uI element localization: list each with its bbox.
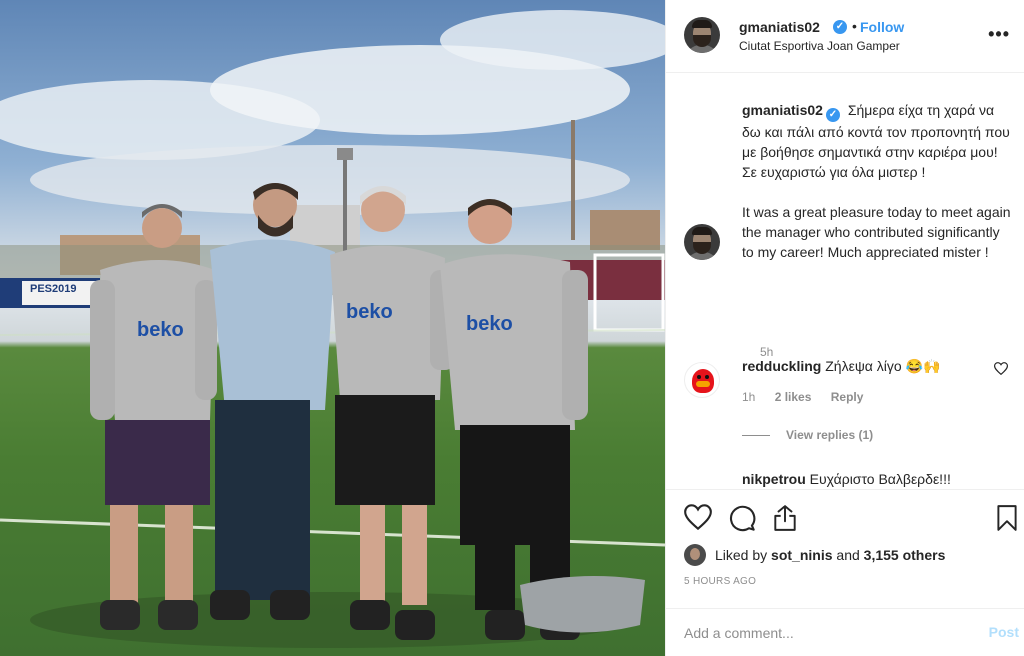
commenter-avatar[interactable]	[684, 362, 720, 398]
comment-likes[interactable]: 2 likes	[775, 390, 812, 404]
beko-logo-1: beko	[137, 319, 184, 341]
comment-time[interactable]: 1h	[742, 390, 755, 404]
comment-meta: 1h 2 likes Reply	[742, 390, 879, 404]
follow-button[interactable]: Follow	[860, 19, 904, 35]
banner-pes-text: PES2019	[30, 283, 76, 295]
liker-avatar[interactable]	[684, 544, 706, 566]
verified-badge-icon: ✓	[833, 20, 847, 34]
more-options-icon[interactable]: •••	[988, 24, 1010, 45]
post-header: gmaniatis02 ✓ • Follow Ciutat Esportiva …	[666, 0, 1024, 73]
caption-username[interactable]: gmaniatis02	[742, 102, 823, 118]
beko-logo-2: beko	[346, 301, 393, 323]
likes-middle: and	[832, 547, 864, 563]
person-4: beko	[440, 199, 588, 640]
share-icon[interactable]	[772, 504, 798, 535]
post-photo[interactable]: PES2019 beko beko beko	[0, 0, 665, 656]
comment-text: redduckling Ζήλεψα λίγο 😂🙌	[742, 356, 940, 376]
comment-input[interactable]	[684, 621, 964, 645]
photo-illustration: PES2019 beko beko beko	[0, 10, 665, 648]
post-comment-button[interactable]: Post	[989, 624, 1019, 640]
post-timestamp[interactable]: 5 HOURS AGO	[684, 576, 756, 587]
view-replies-button[interactable]: View replies (1)	[742, 428, 873, 442]
likes-text: Liked by sot_ninis and 3,155 others	[715, 547, 945, 563]
likes-count[interactable]: 3,155 others	[864, 547, 946, 563]
comments-list[interactable]: gmaniatis02 ✓ Σήμερα είχα τη χαρά να δω κ…	[666, 74, 1024, 488]
comment-username[interactable]: redduckling	[742, 358, 821, 374]
caption-text: gmaniatis02 ✓ Σήμερα είχα τη χαρά να δω κ…	[742, 100, 1012, 262]
person-1: beko	[90, 204, 217, 630]
comment-bubble-icon[interactable]	[728, 504, 756, 535]
header-separator: •	[852, 18, 857, 34]
jacket-on-ground	[520, 576, 645, 633]
comment-text-2: nikpetrou Ευχάριστο Βαλβερδε!!!	[742, 469, 951, 488]
comment-body: Ζήλεψα λίγο 😂🙌	[825, 358, 941, 374]
like-heart-icon[interactable]	[684, 504, 712, 533]
comment-username-2[interactable]: nikpetrou	[742, 471, 806, 487]
location-link[interactable]: Ciutat Esportiva Joan Gamper	[739, 39, 900, 53]
comment-body-2: Ευχάριστο Βαλβερδε!!!	[809, 471, 951, 487]
comment-like-heart-icon[interactable]	[993, 362, 1009, 378]
verified-badge-icon: ✓	[825, 108, 840, 122]
liker-username[interactable]: sot_ninis	[771, 547, 832, 563]
caption-english: It was a great pleasure today to meet ag…	[742, 204, 1011, 260]
author-username[interactable]: gmaniatis02	[739, 19, 820, 35]
caption-avatar[interactable]	[684, 224, 720, 260]
person-2	[210, 183, 335, 620]
author-avatar[interactable]	[684, 17, 720, 53]
comment-reply-button[interactable]: Reply	[831, 390, 864, 404]
post-sidebar: gmaniatis02 ✓ • Follow Ciutat Esportiva …	[665, 0, 1024, 656]
beko-logo-3: beko	[466, 313, 513, 335]
likes-prefix: Liked by	[715, 547, 772, 563]
action-bar: Liked by sot_ninis and 3,155 others 5 HO…	[666, 489, 1024, 609]
add-comment-section: Post	[666, 608, 1024, 656]
bookmark-icon[interactable]	[996, 504, 1018, 535]
